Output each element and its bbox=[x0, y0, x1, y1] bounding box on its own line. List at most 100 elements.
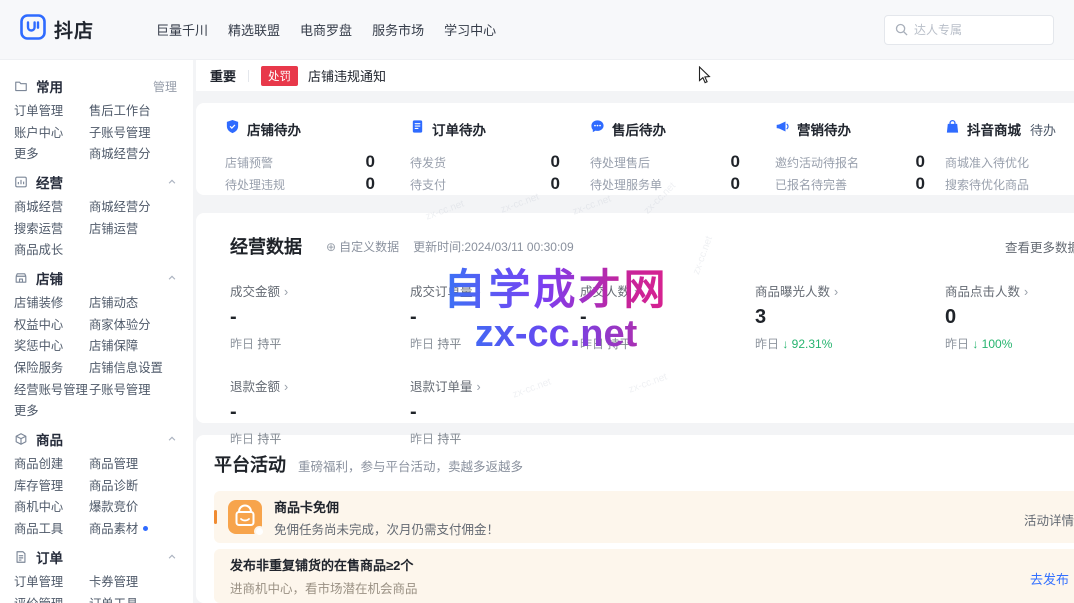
todo-label[interactable]: 邀约活动待报名 bbox=[775, 154, 859, 171]
sidebar-item[interactable]: 账户中心 bbox=[14, 123, 89, 141]
todo-value[interactable]: 0 bbox=[551, 174, 560, 194]
nav-item-juliang-qianchuan[interactable]: 巨量千川 bbox=[154, 16, 210, 43]
activity-card-publish-task[interactable]: 发布非重复铺货的在售商品≥2个 进商机中心，看市场潜在机会商品 去发布 bbox=[214, 549, 1074, 603]
todo-value[interactable]: 0 bbox=[366, 174, 375, 194]
sidebar-item[interactable]: 保险服务 bbox=[14, 358, 89, 376]
sidebar-row: 更多 bbox=[14, 400, 193, 422]
logo[interactable]: 抖店 bbox=[20, 14, 94, 45]
todo-value[interactable]: 0 bbox=[366, 152, 375, 172]
metric-label[interactable]: 成交订单量› bbox=[410, 281, 580, 300]
metric-value: 3 bbox=[755, 306, 945, 329]
sidebar-item[interactable]: 爆款竞价 bbox=[89, 497, 193, 515]
sidebar-section-header-order[interactable]: 订单 bbox=[14, 546, 193, 568]
sidebar-row: 账户中心子账号管理 bbox=[14, 121, 193, 143]
sidebar-item[interactable]: 子账号管理 bbox=[89, 380, 193, 398]
sidebar-item[interactable]: 商品成长 bbox=[14, 240, 89, 258]
sidebar: 常用管理订单管理售后工作台账户中心子账号管理更多商城经营分经营商城经营商城经营分… bbox=[0, 60, 193, 603]
chevron-up-icon[interactable] bbox=[167, 177, 177, 187]
sidebar-section-operation: 经营商城经营商城经营分搜索运营店铺运营商品成长 bbox=[14, 171, 193, 260]
sidebar-item[interactable]: 商品诊断 bbox=[89, 476, 193, 494]
todo-value[interactable]: 0 bbox=[731, 174, 740, 194]
view-more-data-link[interactable]: 查看更多数据 bbox=[1005, 237, 1074, 256]
sidebar-item[interactable]: 卡券管理 bbox=[89, 572, 193, 590]
todo-label[interactable]: 店铺预警 bbox=[225, 154, 273, 171]
go-publish-link[interactable]: 去发布 bbox=[1030, 569, 1069, 588]
search-input[interactable] bbox=[914, 23, 1069, 37]
sidebar-item[interactable]: 权益中心 bbox=[14, 315, 89, 333]
customize-data-button[interactable]: ⊕自定义数据 bbox=[326, 238, 399, 255]
metric-label[interactable]: 成交人数› bbox=[580, 281, 755, 300]
notice-link[interactable]: 店铺违规通知 bbox=[308, 66, 386, 85]
sidebar-item[interactable]: 商品管理 bbox=[89, 454, 193, 472]
todo-label[interactable]: 待支付 bbox=[410, 176, 446, 193]
sidebar-item[interactable]: 订单管理 bbox=[14, 572, 89, 590]
metric-label[interactable]: 成交金额› bbox=[230, 281, 410, 300]
search-box[interactable] bbox=[884, 15, 1054, 45]
nav-item-dianshang-luopan[interactable]: 电商罗盘 bbox=[298, 16, 354, 43]
chevron-up-icon[interactable] bbox=[167, 434, 177, 444]
sidebar-item[interactable]: 搜索运营 bbox=[14, 219, 89, 237]
metric-value: - bbox=[230, 401, 410, 424]
sidebar-item[interactable]: 更多 bbox=[14, 144, 89, 162]
todo-label[interactable]: 搜索待优化商品 bbox=[945, 176, 1029, 193]
nav-item-fuwu-shichang[interactable]: 服务市场 bbox=[370, 16, 426, 43]
sidebar-section-header-operation[interactable]: 经营 bbox=[14, 171, 193, 193]
sidebar-section-header-shop[interactable]: 店铺 bbox=[14, 267, 193, 289]
nav-item-jingxuan-lianmeng[interactable]: 精选联盟 bbox=[226, 16, 282, 43]
sidebar-section-header-common[interactable]: 常用管理 bbox=[14, 75, 193, 97]
chevron-up-icon[interactable] bbox=[167, 552, 177, 562]
sidebar-item[interactable]: 商家体验分 bbox=[89, 315, 193, 333]
sidebar-item[interactable]: 售后工作台 bbox=[89, 101, 193, 119]
megaphone-icon bbox=[775, 119, 790, 139]
todo-value[interactable]: 0 bbox=[551, 152, 560, 172]
todo-label[interactable]: 待发货 bbox=[410, 154, 446, 171]
metric-value: - bbox=[230, 306, 410, 329]
sidebar-item[interactable]: 商城经营分 bbox=[89, 197, 193, 215]
sidebar-item[interactable]: 店铺动态 bbox=[89, 293, 193, 311]
sidebar-item[interactable]: 商城经营 bbox=[14, 197, 89, 215]
sidebar-item[interactable]: 订单工具 bbox=[89, 594, 193, 603]
metric-exposure: 商品曝光人数›3昨日 ↓ 92.31% bbox=[755, 281, 945, 352]
sidebar-item[interactable]: 店铺装修 bbox=[14, 293, 89, 311]
metric-label[interactable]: 退款金额› bbox=[230, 376, 410, 395]
metric-label-text: 成交订单量 bbox=[410, 285, 473, 299]
todo-label[interactable]: 待处理服务单 bbox=[590, 176, 662, 193]
todo-label[interactable]: 待处理违规 bbox=[225, 176, 285, 193]
activity-card-free-commission[interactable]: 商品卡免佣 免佣任务尚未完成，次月仍需支付佣金！ 活动详情 › bbox=[214, 491, 1074, 543]
activity-subtitle: 重磅福利，参与平台活动，卖越多返越多 bbox=[298, 456, 523, 475]
sidebar-item[interactable]: 店铺保障 bbox=[89, 336, 193, 354]
metric-label[interactable]: 退款订单量› bbox=[410, 376, 580, 395]
sidebar-manage-link[interactable]: 管理 bbox=[153, 78, 177, 95]
sidebar-item[interactable]: 店铺信息设置 bbox=[89, 358, 193, 376]
sidebar-item[interactable]: 经营账号管理 bbox=[14, 380, 89, 398]
sidebar-item[interactable]: 评价管理 bbox=[14, 594, 89, 603]
sidebar-item[interactable]: 商品工具 bbox=[14, 519, 89, 537]
todo-value[interactable]: 0 bbox=[731, 152, 740, 172]
chevron-right-icon: › bbox=[284, 285, 288, 299]
sidebar-item[interactable]: 奖惩中心 bbox=[14, 336, 89, 354]
activity-header: 平台活动 重磅福利，参与平台活动，卖越多返越多 bbox=[214, 451, 1074, 477]
sidebar-item[interactable]: 子账号管理 bbox=[89, 123, 193, 141]
sidebar-item[interactable]: 库存管理 bbox=[14, 476, 89, 494]
sidebar-item[interactable]: 订单管理 bbox=[14, 101, 89, 119]
sidebar-item[interactable]: 商城经营分 bbox=[89, 144, 193, 162]
sidebar-item[interactable]: 商品素材 bbox=[89, 519, 193, 537]
sidebar-section-header-product[interactable]: 商品 bbox=[14, 428, 193, 450]
metric-label[interactable]: 商品点击人数› bbox=[945, 281, 1074, 300]
sidebar-item[interactable]: 商机中心 bbox=[14, 497, 89, 515]
todo-value[interactable]: 0 bbox=[916, 174, 925, 194]
todo-value[interactable]: 0 bbox=[916, 152, 925, 172]
sidebar-item[interactable]: 更多 bbox=[14, 401, 89, 419]
chevron-up-icon[interactable] bbox=[167, 273, 177, 283]
nav-item-xuexi-zhongxin[interactable]: 学习中心 bbox=[442, 16, 498, 43]
todo-label[interactable]: 商城准入待优化 bbox=[945, 154, 1029, 171]
metric-label[interactable]: 商品曝光人数› bbox=[755, 281, 945, 300]
metric-buyer-count: 成交人数›-昨日 持平 bbox=[580, 281, 755, 352]
todo-label[interactable]: 待处理售后 bbox=[590, 154, 650, 171]
trend-down: ↓ 100% bbox=[972, 337, 1012, 351]
sidebar-row: 订单管理卡券管理 bbox=[14, 570, 193, 592]
activity-detail-link[interactable]: 活动详情 › bbox=[1024, 510, 1074, 529]
todo-label[interactable]: 已报名待完善 bbox=[775, 176, 847, 193]
sidebar-item[interactable]: 商品创建 bbox=[14, 454, 89, 472]
sidebar-item[interactable]: 店铺运营 bbox=[89, 219, 193, 237]
